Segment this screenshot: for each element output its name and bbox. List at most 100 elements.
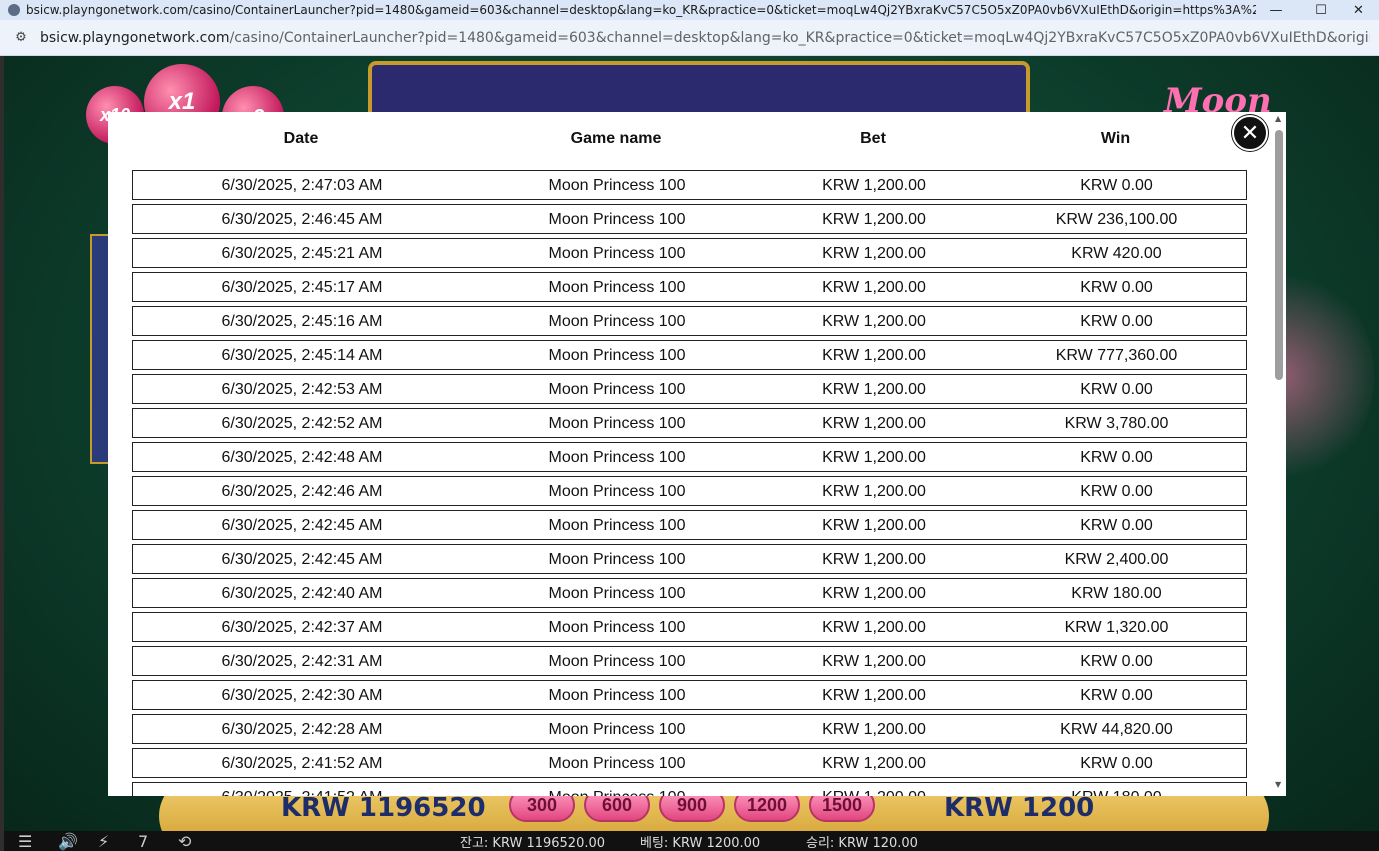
cell-date: 6/30/2025, 2:45:21 AM: [221, 245, 383, 262]
cell-game: Moon Princess 100: [548, 483, 686, 500]
cell-win: KRW 0.00: [1080, 381, 1153, 398]
table-row[interactable]: 6/30/2025, 2:42:45 AM Moon Princess 100 KR…: [132, 544, 1247, 574]
status-strip: ☰ 🔊 ⚡ 7 ⟲ 잔고: KRW 1196520.00 베팅: KRW 120…: [4, 831, 1379, 851]
cell-bet: KRW 1,200.00: [822, 449, 926, 466]
cell-date: 6/30/2025, 2:42:52 AM: [221, 415, 383, 432]
table-row[interactable]: 6/30/2025, 2:42:53 AM Moon Princess 100 KR…: [132, 374, 1247, 404]
cell-bet: KRW 1,200.00: [822, 347, 926, 364]
status-win: 승리: KRW 120.00: [806, 835, 918, 851]
cell-win: KRW 0.00: [1080, 279, 1153, 296]
history-table-header: Date Game name Bet Win: [132, 130, 1247, 152]
status-balance: 잔고: KRW 1196520.00: [460, 835, 606, 851]
cell-date: 6/30/2025, 2:42:28 AM: [221, 721, 383, 738]
bet-display: KRW 1200: [944, 793, 1095, 823]
cell-game: Moon Princess 100: [548, 755, 686, 772]
cell-date: 6/30/2025, 2:42:45 AM: [221, 551, 383, 568]
balance-display: KRW 1196520: [281, 793, 486, 823]
table-row[interactable]: 6/30/2025, 2:42:46 AM Moon Princess 100 KR…: [132, 476, 1247, 506]
cell-win: KRW 777,360.00: [1055, 347, 1178, 364]
cell-win: KRW 0.00: [1080, 483, 1153, 500]
cell-win: KRW 44,820.00: [1060, 721, 1173, 738]
table-row[interactable]: 6/30/2025, 2:46:45 AM Moon Princess 100 KR…: [132, 204, 1247, 234]
table-row[interactable]: 6/30/2025, 2:42:48 AM Moon Princess 100 KR…: [132, 442, 1247, 472]
cell-game: Moon Princess 100: [548, 279, 686, 296]
cell-bet: KRW 1,200.00: [822, 721, 926, 738]
table-row[interactable]: 6/30/2025, 2:47:03 AM Moon Princess 100 KR…: [132, 170, 1247, 200]
menu-icon[interactable]: ☰: [18, 832, 44, 851]
cell-date: 6/30/2025, 2:45:17 AM: [221, 279, 383, 296]
turbo-icon[interactable]: ⚡: [98, 832, 124, 851]
cell-bet: KRW 1,200.00: [822, 177, 926, 194]
cell-game: Moon Princess 100: [548, 721, 686, 738]
url-host: bsicw.playngonetwork.com: [40, 29, 230, 46]
table-row[interactable]: 6/30/2025, 2:42:37 AM Moon Princess 100 KR…: [132, 612, 1247, 642]
cell-bet: KRW 1,200.00: [822, 381, 926, 398]
table-row[interactable]: 6/30/2025, 2:42:30 AM Moon Princess 100 KR…: [132, 680, 1247, 710]
cell-game: Moon Princess 100: [548, 653, 686, 670]
cell-win: KRW 1,320.00: [1064, 619, 1169, 636]
sound-icon[interactable]: 🔊: [58, 832, 84, 851]
url-field[interactable]: bsicw.playngonetwork.com/casino/Containe…: [40, 30, 1370, 46]
cell-win: KRW 0.00: [1080, 687, 1153, 704]
cell-game: Moon Princess 100: [548, 347, 686, 364]
cell-win: KRW 180.00: [1071, 585, 1162, 602]
cell-win: KRW 180.00: [985, 789, 1248, 796]
table-row[interactable]: 6/30/2025, 2:45:21 AM Moon Princess 100 KR…: [132, 238, 1247, 268]
cell-date: 6/30/2025, 2:42:48 AM: [221, 449, 383, 466]
close-icon[interactable]: ✕: [1232, 115, 1268, 151]
table-row[interactable]: 6/30/2025, 2:42:45 AM Moon Princess 100 KR…: [132, 510, 1247, 540]
cell-game: Moon Princess 100: [548, 381, 686, 398]
scrollbar-thumb[interactable]: [1275, 130, 1283, 380]
cell-bet: KRW 1,200.00: [822, 245, 926, 262]
cell-game: Moon Princess 100: [548, 687, 686, 704]
table-row[interactable]: 6/30/2025, 2:45:16 AM Moon Princess 100 KR…: [132, 306, 1247, 336]
cell-bet: KRW 1,200.00: [822, 313, 926, 330]
cell-game: Moon Princess 100: [548, 585, 686, 602]
cell-bet: KRW 1,200.00: [822, 619, 926, 636]
table-row[interactable]: 6/30/2025, 2:41:52 AM Moon Princess 100 KR…: [132, 748, 1247, 778]
cell-game: Moon Princess 100: [471, 789, 763, 796]
cell-bet: KRW 1,200.00: [822, 585, 926, 602]
turbo-value: 7: [138, 831, 149, 851]
cell-win: KRW 0.00: [1080, 755, 1153, 772]
url-path: /casino/ContainerLauncher?pid=1480&gamei…: [229, 29, 1370, 46]
cell-bet: KRW 1,200.00: [822, 653, 926, 670]
table-row[interactable]: 6/30/2025, 2:42:52 AM Moon Princess 100 KR…: [132, 408, 1247, 438]
site-favicon-icon: [8, 4, 20, 16]
cell-win: KRW 0.00: [1080, 313, 1153, 330]
cell-win: KRW 2,400.00: [1064, 551, 1169, 568]
history-modal: Date Game name Bet Win 6/30/2025, 2:47:0…: [108, 112, 1286, 796]
scrollbar[interactable]: ▲ ▼: [1272, 112, 1286, 796]
cell-date: 6/30/2025, 2:42:40 AM: [221, 585, 383, 602]
site-settings-icon[interactable]: ⚙: [10, 27, 32, 49]
table-row[interactable]: 6/30/2025, 2:45:14 AM Moon Princess 100 KR…: [132, 340, 1247, 370]
cell-game: Moon Princess 100: [548, 177, 686, 194]
column-header-bet: Bet: [860, 130, 886, 147]
cell-date: 6/30/2025, 2:45:16 AM: [221, 313, 383, 330]
cell-game: Moon Princess 100: [548, 517, 686, 534]
cell-date: 6/30/2025, 2:41:52 AM: [221, 755, 383, 772]
table-row[interactable]: 6/30/2025, 2:42:31 AM Moon Princess 100 KR…: [132, 646, 1247, 676]
table-row[interactable]: 6/30/2025, 2:45:17 AM Moon Princess 100 KR…: [132, 272, 1247, 302]
cell-game: Moon Princess 100: [548, 313, 686, 330]
cell-bet: KRW 1,200.00: [822, 483, 926, 500]
address-bar: ⚙ bsicw.playngonetwork.com/casino/Contai…: [0, 20, 1379, 56]
minimize-button[interactable]: —: [1253, 0, 1299, 20]
status-bet: 베팅: KRW 1200.00: [640, 835, 761, 851]
cell-bet: KRW 1,200.00: [822, 211, 926, 228]
cell-bet: KRW 1,200.00: [822, 517, 926, 534]
table-row[interactable]: 6/30/2025, 2:41:52 AMMoon Princess 100KR…: [132, 782, 1247, 796]
column-header-win: Win: [1100, 130, 1131, 147]
cell-game: Moon Princess 100: [548, 619, 686, 636]
window-titlebar: bsicw.playngonetwork.com/casino/Containe…: [0, 0, 1379, 20]
table-row[interactable]: 6/30/2025, 2:42:40 AM Moon Princess 100 KR…: [132, 578, 1247, 608]
cell-win: KRW 236,100.00: [1055, 211, 1178, 228]
cell-win: KRW 0.00: [1080, 653, 1153, 670]
table-row[interactable]: 6/30/2025, 2:42:28 AM Moon Princess 100 KR…: [132, 714, 1247, 744]
cell-date: 6/30/2025, 2:47:03 AM: [221, 177, 383, 194]
scroll-up-icon[interactable]: ▲: [1275, 114, 1281, 123]
window-title: bsicw.playngonetwork.com/casino/Containe…: [26, 3, 1256, 17]
scroll-down-icon[interactable]: ▼: [1275, 780, 1281, 789]
history-icon[interactable]: ⟲: [178, 832, 204, 851]
window-close-button[interactable]: ✕: [1338, 0, 1379, 20]
